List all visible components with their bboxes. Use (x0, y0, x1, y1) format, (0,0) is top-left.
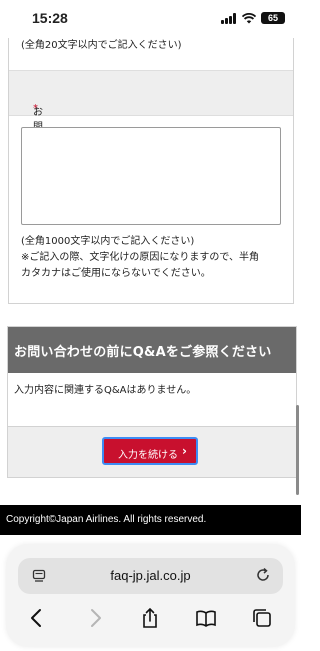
inquiry-note-warning: ※ご記入の際、文字化けの原因になりますので、半角 (21, 252, 259, 263)
inquiry-textarea[interactable] (21, 127, 281, 225)
site-footer: Copyright©Japan Airlines. All rights res… (0, 505, 301, 535)
cellular-signal-icon (221, 12, 237, 24)
inquiry-note-length: (全角1000文字以内でご記入ください) (21, 236, 195, 247)
status-bar: 15:28 65 (0, 0, 301, 38)
share-icon[interactable] (139, 607, 161, 629)
name-field-note: (全角20文字以内でご記入ください) (21, 40, 182, 51)
required-mark: * (33, 103, 38, 114)
url-text: faq-jp.jal.co.jp (110, 568, 191, 583)
chevron-right-icon: › (182, 444, 187, 458)
qa-header: お問い合わせの前にQ&Aをご参照ください (8, 327, 296, 373)
inquiry-form: (全角20文字以内でご記入ください) お問い合わせ内容* (全角1000文字以内… (8, 0, 294, 304)
status-icons: 65 (221, 12, 285, 24)
reload-icon[interactable] (255, 567, 271, 583)
qa-empty-message: 入力内容に関連するQ&Aはありません。 (14, 385, 197, 396)
forward-icon[interactable] (84, 607, 106, 629)
browser-toolbar: faq-jp.jal.co.jp (6, 544, 295, 647)
qa-header-text: お問い合わせの前にQ&Aをご参照ください (14, 345, 272, 360)
wifi-icon (242, 12, 256, 23)
qa-section: お問い合わせの前にQ&Aをご参照ください 入力内容に関連するQ&Aはありません。… (7, 326, 297, 478)
status-time: 15:28 (32, 10, 68, 26)
inquiry-label-row: お問い合わせ内容* (9, 70, 293, 223)
battery-icon: 65 (261, 12, 285, 24)
back-icon[interactable] (26, 607, 48, 629)
bookmarks-icon[interactable] (195, 607, 217, 629)
copyright-text: Copyright©Japan Airlines. All rights res… (6, 514, 207, 525)
continue-input-button[interactable]: 入力を続ける › (102, 437, 198, 465)
page-scrollbar[interactable] (296, 405, 299, 495)
inquiry-note-warning-cont: カタカナはご使用にならないでください。 (21, 268, 211, 279)
qa-button-area: 入力を続ける › (8, 427, 296, 477)
tab-switcher-icon[interactable] (251, 607, 273, 629)
address-bar[interactable]: faq-jp.jal.co.jp (18, 558, 283, 594)
continue-label: 入力を続ける (118, 450, 178, 461)
